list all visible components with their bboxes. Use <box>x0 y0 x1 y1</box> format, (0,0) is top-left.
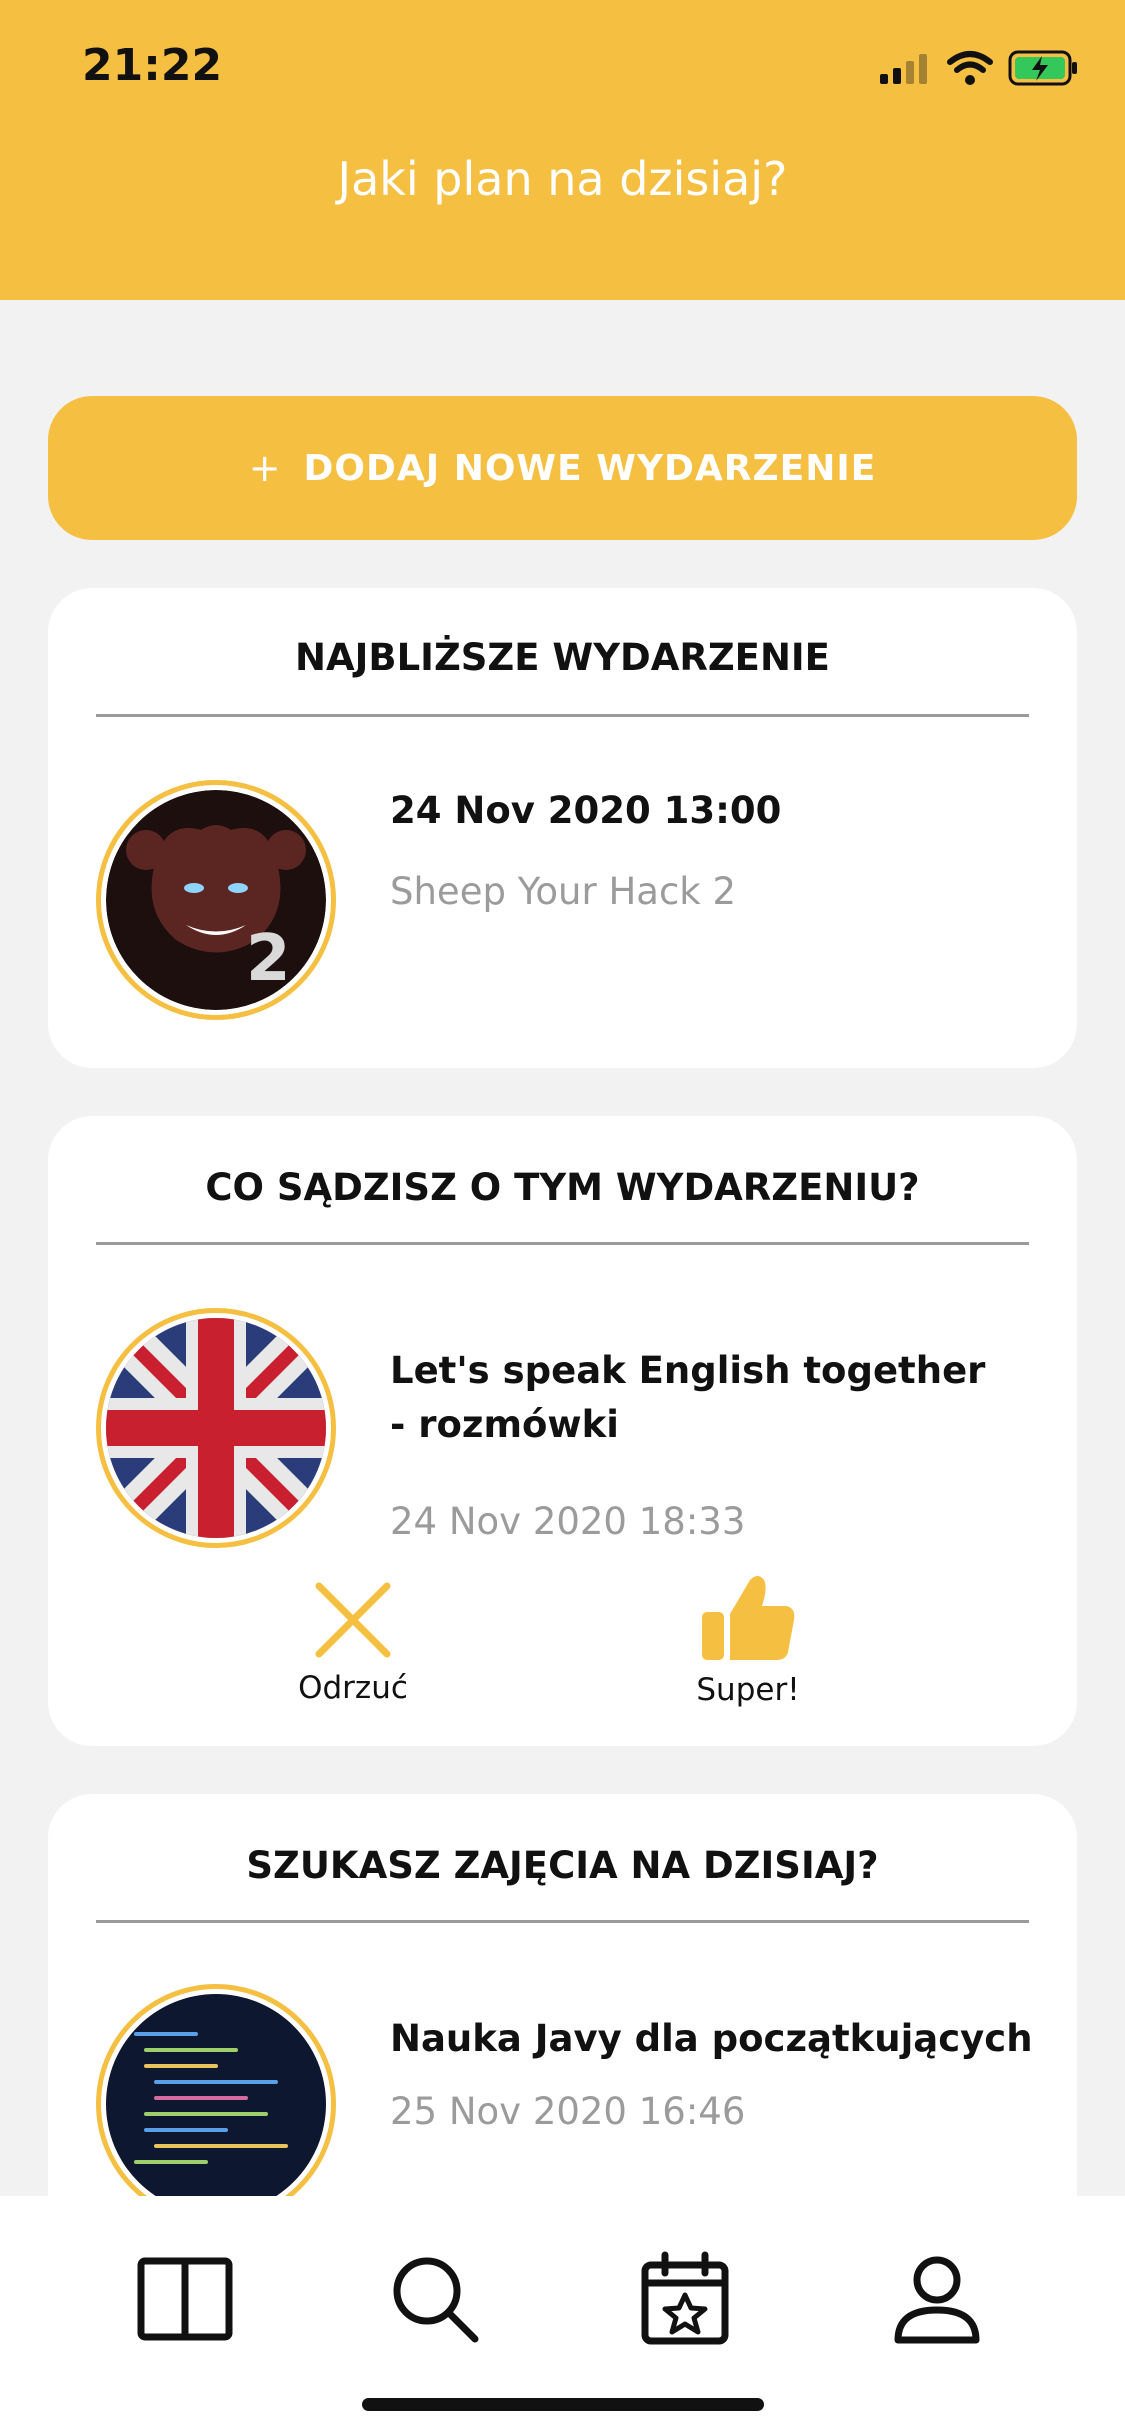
code-screen-image <box>106 1994 326 2214</box>
event-avatar[interactable] <box>96 1308 336 1548</box>
opinion-card: CO SĄDZISZ O TYM WYDARZENIU? Let's speak… <box>48 1116 1077 1746</box>
add-event-label: DODAJ NOWE WYDARZENIE <box>303 447 877 489</box>
divider <box>96 1242 1029 1245</box>
search-icon <box>393 2257 479 2343</box>
home-indicator <box>362 2398 764 2411</box>
opinion-heading: CO SĄDZISZ O TYM WYDARZENIU? <box>205 1166 920 1209</box>
battery-icon <box>1008 50 1077 86</box>
opinion-event-title: Let's speak English together - rozmówki <box>390 1349 986 1446</box>
event-avatar[interactable] <box>96 1984 336 2224</box>
dashboard-icon <box>137 2257 233 2341</box>
status-icons <box>880 50 1077 86</box>
add-event-button[interactable]: + DODAJ NOWE WYDARZENIE <box>48 396 1077 540</box>
page-title: Jaki plan na dzisiaj? <box>337 152 788 206</box>
calendar-star-icon <box>641 2251 729 2345</box>
nearest-event-card[interactable]: NAJBLIŻSZE WYDARZENIE 2 24 Nov 2020 13:0… <box>48 588 1077 1068</box>
today-search-heading: SZUKASZ ZAJĘCIA NA DZISIAJ? <box>246 1844 879 1887</box>
opinion-event-datetime: 24 Nov 2020 18:33 <box>390 1500 746 1543</box>
thumbs-up-icon <box>702 1576 795 1660</box>
divider <box>96 714 1029 717</box>
tab-calendar[interactable] <box>630 2244 740 2354</box>
close-icon <box>315 1582 391 1658</box>
signal-icon <box>880 54 927 84</box>
tab-dashboard[interactable] <box>130 2244 240 2354</box>
like-label: Super! <box>696 1672 800 1708</box>
wifi-icon <box>947 51 993 85</box>
reject-label: Odrzuć <box>298 1670 408 1706</box>
today-event-title: Nauka Javy dla początkujących <box>390 2017 1033 2060</box>
nearest-event-name: Sheep Your Hack 2 <box>390 870 737 913</box>
divider <box>96 1920 1029 1923</box>
panther-logo-image: 2 <box>106 790 326 1010</box>
uk-flag-image <box>106 1318 326 1538</box>
today-event-datetime: 25 Nov 2020 16:46 <box>390 2090 746 2133</box>
tab-profile[interactable] <box>882 2244 992 2354</box>
plus-icon: + <box>248 446 282 490</box>
svg-text:2: 2 <box>246 922 291 996</box>
like-button[interactable]: Super! <box>678 1572 818 1708</box>
event-avatar[interactable]: 2 <box>96 780 336 1020</box>
nearest-event-heading: NAJBLIŻSZE WYDARZENIE <box>295 636 830 679</box>
status-time: 21:22 <box>82 40 223 91</box>
tab-search[interactable] <box>380 2244 490 2354</box>
profile-icon <box>894 2256 980 2344</box>
top-header: 21:22 Jaki plan na dzisiaj? <box>0 0 1125 300</box>
nearest-event-datetime: 24 Nov 2020 13:00 <box>390 789 782 832</box>
reject-button[interactable]: Odrzuć <box>298 1578 408 1706</box>
